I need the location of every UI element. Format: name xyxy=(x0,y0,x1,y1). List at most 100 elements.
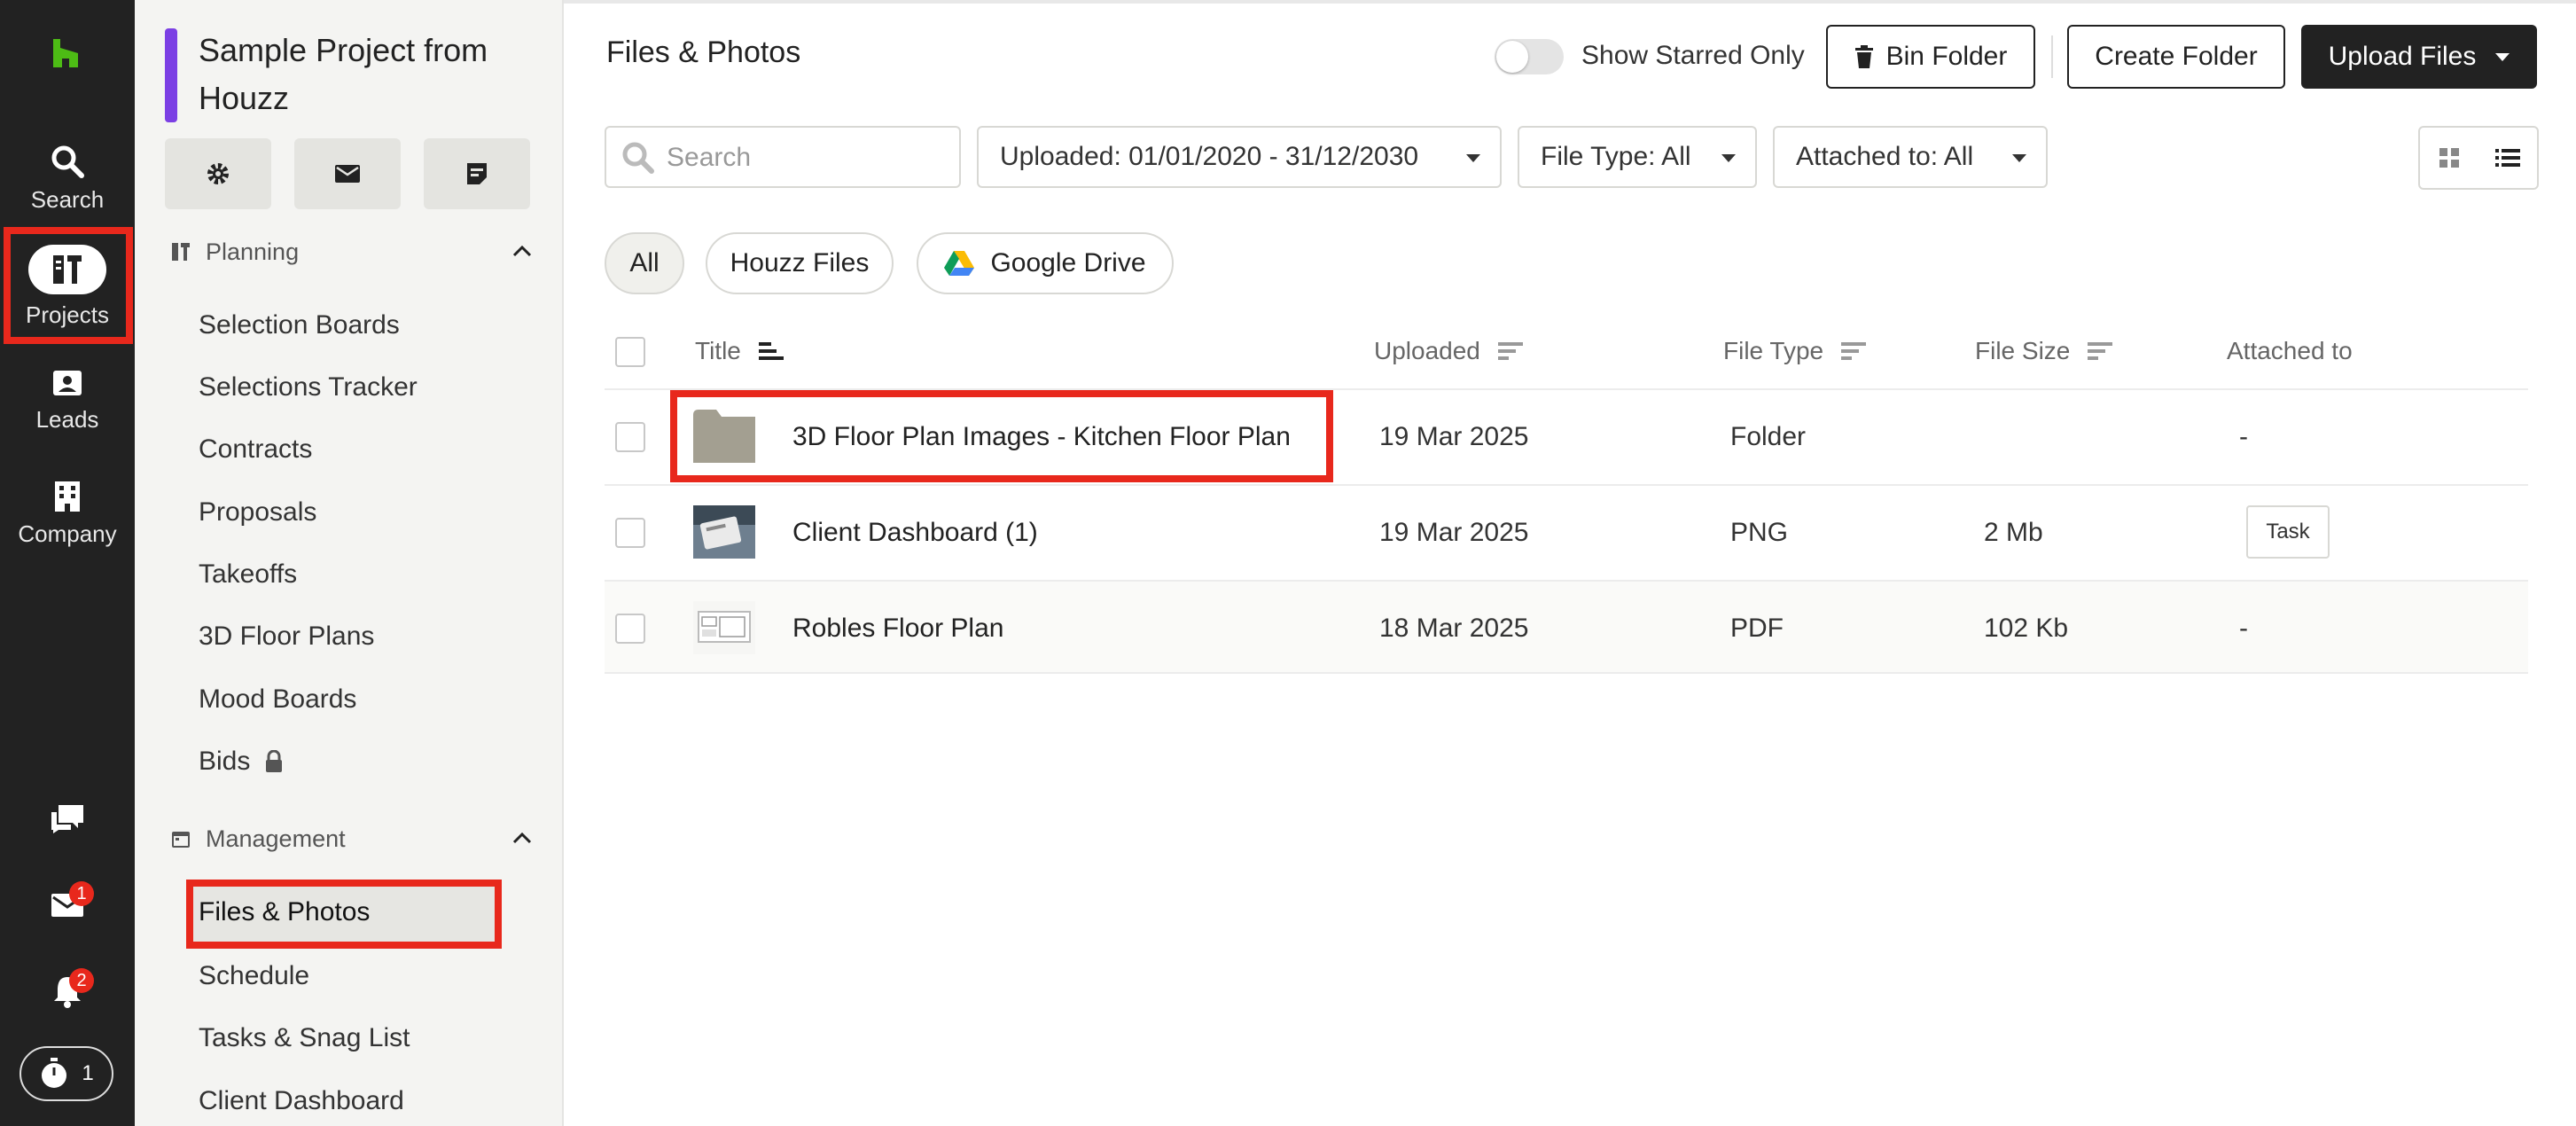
view-mode-toggle xyxy=(2418,126,2539,190)
row-checkbox[interactable] xyxy=(615,518,645,548)
nav-selection-boards[interactable]: Selection Boards xyxy=(199,310,400,340)
management-section-header[interactable]: Management xyxy=(170,821,534,856)
planning-section-header[interactable]: Planning xyxy=(170,234,534,270)
column-title[interactable]: Title xyxy=(695,337,785,365)
search-field[interactable] xyxy=(605,126,961,188)
nav-contracts[interactable]: Contracts xyxy=(199,434,312,465)
notifications-button[interactable]: 2 xyxy=(43,966,94,1016)
calendar-icon xyxy=(172,832,190,848)
inbox-button[interactable]: 1 xyxy=(43,880,94,929)
nav-tasks-snag-list[interactable]: Tasks & Snag List xyxy=(199,1023,410,1053)
list-view-button[interactable] xyxy=(2478,128,2537,188)
create-folder-label: Create Folder xyxy=(2095,42,2258,71)
inbox-badge: 1 xyxy=(69,881,94,906)
planning-icon xyxy=(172,243,190,261)
sort-icon xyxy=(1497,342,1523,360)
search-input[interactable] xyxy=(667,138,950,177)
rail-leads[interactable]: Leads xyxy=(0,351,135,449)
project-color-bar xyxy=(165,28,177,122)
file-size: 102 Kb xyxy=(1984,614,2069,643)
file-uploaded: 19 Mar 2025 xyxy=(1379,518,1529,547)
rail-search-label: Search xyxy=(30,185,105,213)
attached-to-filter[interactable]: Attached to: All xyxy=(1773,126,2048,188)
starred-only-label: Show Starred Only xyxy=(1581,41,1805,70)
project-title[interactable]: Sample Project from Houzz xyxy=(199,27,544,122)
trash-icon xyxy=(1854,45,1873,68)
page-title: Files & Photos xyxy=(606,35,801,69)
nav-schedule[interactable]: Schedule xyxy=(199,961,309,991)
timer-button[interactable]: 1 xyxy=(20,1046,113,1101)
column-uploaded-label: Uploaded xyxy=(1374,337,1480,364)
leads-icon xyxy=(53,370,82,395)
uploaded-date-filter[interactable]: Uploaded: 01/01/2020 - 31/12/2030 xyxy=(977,126,1502,188)
file-uploaded: 19 Mar 2025 xyxy=(1379,422,1529,451)
search-icon xyxy=(622,142,654,174)
rail-leads-label: Leads xyxy=(35,405,99,433)
top-shadow-line xyxy=(564,0,2576,4)
nav-selections-tracker[interactable]: Selections Tracker xyxy=(199,372,418,403)
table-row[interactable]: Robles Floor Plan 18 Mar 2025 PDF 102 Kb… xyxy=(605,580,2528,674)
note-icon xyxy=(467,163,487,184)
chevron-up-icon xyxy=(512,832,532,844)
file-size: 2 Mb xyxy=(1984,518,2043,547)
row-checkbox[interactable] xyxy=(615,422,645,452)
stopwatch-icon xyxy=(42,1058,67,1088)
nav-bids[interactable]: Bids xyxy=(199,747,284,777)
project-notes-button[interactable] xyxy=(424,138,530,209)
file-title[interactable]: Robles Floor Plan xyxy=(792,614,1003,644)
column-file-size[interactable]: File Size xyxy=(1975,337,2114,365)
create-folder-button[interactable]: Create Folder xyxy=(2067,25,2285,89)
attached-task-label: Task xyxy=(2266,520,2310,543)
attached-task-chip[interactable]: Task xyxy=(2246,505,2330,559)
sort-icon xyxy=(2088,342,2113,360)
chat-button[interactable] xyxy=(43,794,92,844)
file-title[interactable]: Client Dashboard (1) xyxy=(792,518,1038,548)
sort-icon xyxy=(1841,342,1867,360)
rail-company-label: Company xyxy=(18,520,117,547)
projects-highlight-box xyxy=(4,227,133,344)
gear-icon xyxy=(207,163,229,184)
source-houzz-chip[interactable]: Houzz Files xyxy=(706,232,894,294)
upload-files-label: Upload Files xyxy=(2328,42,2477,71)
file-type-filter-label: File Type: All xyxy=(1541,142,1691,171)
column-file-size-label: File Size xyxy=(1975,337,2071,364)
nav-takeoffs[interactable]: Takeoffs xyxy=(199,559,297,590)
rail-company[interactable]: Company xyxy=(0,465,135,562)
grid-icon xyxy=(2439,148,2459,168)
column-uploaded[interactable]: Uploaded xyxy=(1374,337,1525,365)
attached-to-filter-label: Attached to: All xyxy=(1796,142,1974,171)
column-file-type-label: File Type xyxy=(1723,337,1824,364)
nav-3d-floor-plans[interactable]: 3D Floor Plans xyxy=(199,622,374,652)
grid-view-button[interactable] xyxy=(2420,128,2478,188)
search-icon xyxy=(51,145,84,178)
file-type-filter[interactable]: File Type: All xyxy=(1518,126,1757,188)
source-all-chip[interactable]: All xyxy=(605,232,684,294)
notifications-badge: 2 xyxy=(69,968,94,993)
table-row[interactable]: Client Dashboard (1) 19 Mar 2025 PNG 2 M… xyxy=(605,484,2528,578)
list-icon xyxy=(2495,149,2520,167)
column-file-type[interactable]: File Type xyxy=(1723,337,1868,365)
header-divider xyxy=(2051,35,2053,78)
project-settings-button[interactable] xyxy=(165,138,271,209)
bin-folder-button[interactable]: Bin Folder xyxy=(1826,25,2035,89)
project-sidebar: Sample Project from Houzz Planning Selec… xyxy=(135,0,564,1126)
caret-down-icon xyxy=(2012,154,2026,162)
nav-client-dashboard[interactable]: Client Dashboard xyxy=(199,1086,404,1116)
starred-only-toggle[interactable] xyxy=(1495,39,1564,74)
sort-icon xyxy=(758,342,784,360)
file-type: PNG xyxy=(1730,518,1789,547)
row-checkbox[interactable] xyxy=(615,614,645,644)
select-all-checkbox[interactable] xyxy=(615,337,645,367)
file-type: Folder xyxy=(1730,422,1807,451)
file-uploaded: 18 Mar 2025 xyxy=(1379,614,1529,643)
source-google-drive-chip[interactable]: Google Drive xyxy=(917,232,1174,294)
caret-down-icon xyxy=(1721,154,1736,162)
nav-proposals[interactable]: Proposals xyxy=(199,497,316,528)
project-messages-button[interactable] xyxy=(294,138,401,209)
rail-search[interactable]: Search xyxy=(0,129,135,227)
upload-files-button[interactable]: Upload Files xyxy=(2301,25,2537,89)
folder-row-highlight-box xyxy=(670,390,1333,482)
nav-mood-boards[interactable]: Mood Boards xyxy=(199,684,356,715)
file-type: PDF xyxy=(1730,614,1784,643)
houzz-logo-icon[interactable] xyxy=(50,37,82,69)
